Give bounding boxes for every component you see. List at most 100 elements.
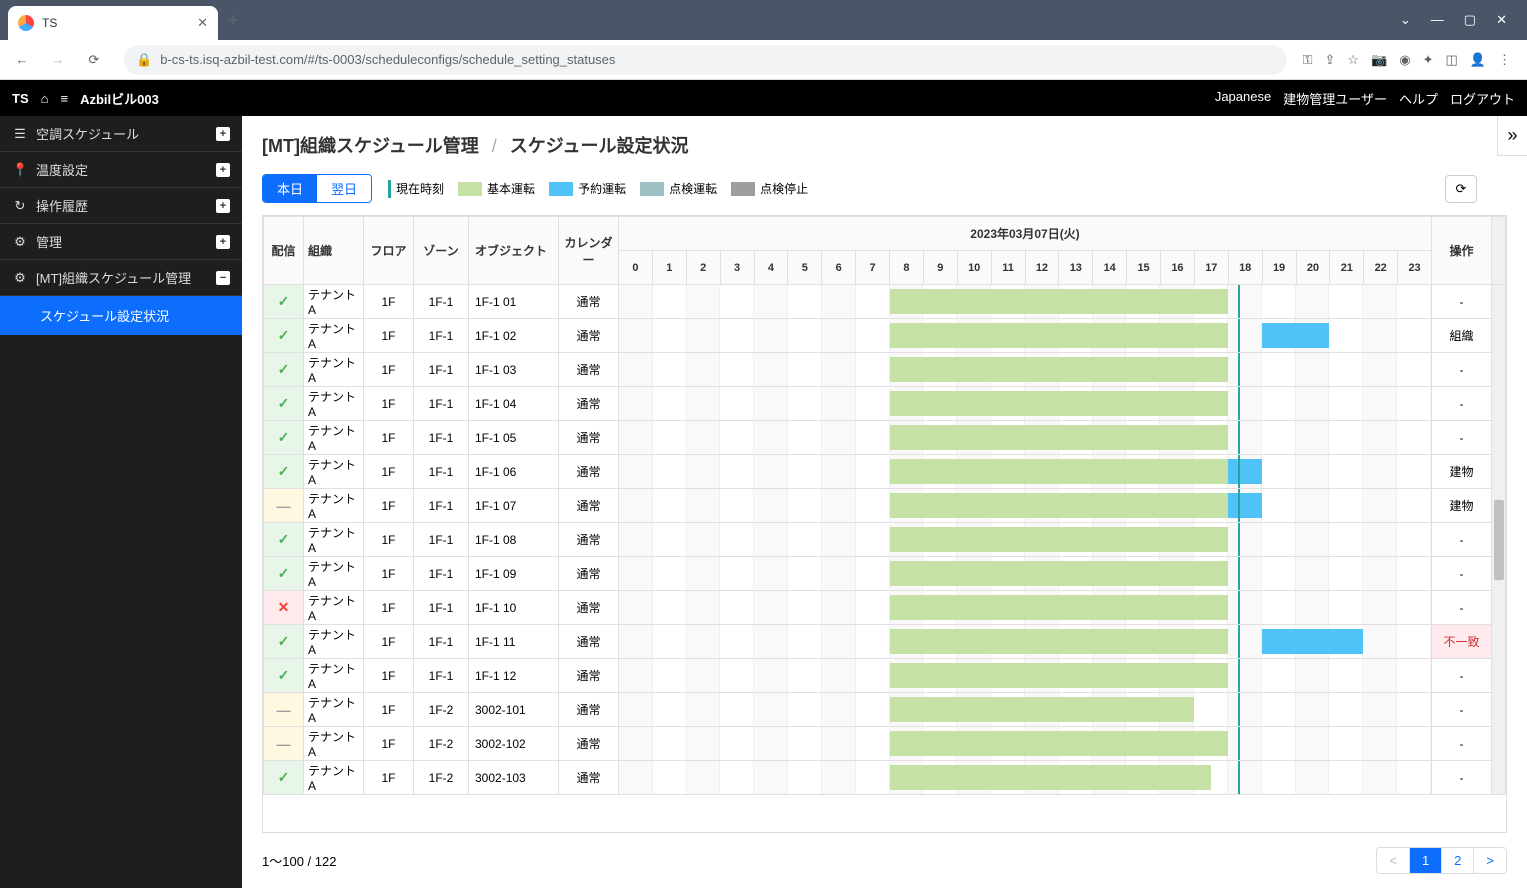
schedule-bar-basic[interactable]	[890, 595, 1228, 620]
op-cell[interactable]: -	[1432, 421, 1492, 455]
floor-cell: 1F	[364, 693, 414, 727]
forward-button[interactable]: →	[44, 46, 72, 74]
dist-icon: —	[277, 702, 291, 718]
help-link[interactable]: ヘルプ	[1399, 89, 1438, 108]
minimize-icon[interactable]: —	[1431, 12, 1444, 28]
schedule-bar-basic[interactable]	[890, 629, 1228, 654]
schedule-bar-basic[interactable]	[890, 697, 1195, 722]
scrollbar-thumb[interactable]	[1494, 500, 1504, 580]
home-icon[interactable]: ⌂	[41, 91, 49, 106]
breadcrumb-parent[interactable]: [MT]組織スケジュール管理	[262, 136, 479, 156]
op-cell[interactable]: -	[1432, 353, 1492, 387]
sidebar-item[interactable]: 📍温度設定+	[0, 152, 242, 188]
expand-icon[interactable]: −	[216, 271, 230, 285]
schedule-bar-basic[interactable]	[890, 663, 1228, 688]
lock-icon: 🔒	[136, 52, 152, 68]
expand-icon[interactable]: +	[216, 235, 230, 249]
schedule-bar-basic[interactable]	[890, 425, 1228, 450]
schedule-bar-basic[interactable]	[890, 323, 1228, 348]
camera-icon[interactable]: 📷	[1371, 52, 1387, 68]
scrollbar-track[interactable]	[1492, 285, 1506, 795]
sidebar-item[interactable]: ↻操作履歴+	[0, 188, 242, 224]
tomorrow-button[interactable]: 翌日	[317, 175, 371, 202]
sidebar-item[interactable]: ⚙管理+	[0, 224, 242, 260]
new-tab-button[interactable]: +	[218, 10, 249, 31]
schedule-bar-booking[interactable]	[1228, 493, 1262, 518]
schedule-bar-basic[interactable]	[890, 765, 1211, 790]
page-button[interactable]: 2	[1441, 848, 1473, 873]
floor-cell: 1F	[364, 285, 414, 319]
user-link[interactable]: 建物管理ユーザー	[1283, 89, 1387, 108]
page-button[interactable]: <	[1377, 848, 1409, 873]
op-cell[interactable]: -	[1432, 591, 1492, 625]
chevron-down-icon[interactable]: ⌄	[1400, 12, 1411, 28]
panel-icon[interactable]: ◫	[1446, 52, 1458, 68]
dist-icon: ✓	[278, 769, 290, 785]
scrollbar-track[interactable]	[1492, 217, 1506, 285]
op-cell[interactable]: 建物	[1432, 489, 1492, 523]
close-icon[interactable]: ✕	[197, 15, 208, 31]
google-icon[interactable]: ◉	[1399, 52, 1410, 68]
today-button[interactable]: 本日	[263, 175, 317, 202]
schedule-bar-basic[interactable]	[890, 391, 1228, 416]
logout-link[interactable]: ログアウト	[1450, 89, 1515, 108]
schedule-bar-booking[interactable]	[1228, 459, 1262, 484]
schedule-bar-booking[interactable]	[1262, 629, 1364, 654]
page-button[interactable]: >	[1473, 848, 1506, 873]
sidebar-icon: 📍	[12, 162, 28, 178]
collapse-panel-button[interactable]: »	[1497, 116, 1527, 156]
th-hour: 13	[1059, 251, 1093, 285]
basic-swatch	[458, 182, 482, 196]
menu-toggle-icon[interactable]: ≡	[60, 91, 68, 106]
maximize-icon[interactable]: ▢	[1464, 12, 1476, 28]
op-cell[interactable]: 組織	[1432, 319, 1492, 353]
key-icon[interactable]: ⚿	[1303, 52, 1313, 68]
op-cell[interactable]: 建物	[1432, 455, 1492, 489]
op-cell[interactable]: 不一致	[1432, 625, 1492, 659]
th-hour: 4	[754, 251, 788, 285]
day-toggle: 本日 翌日	[262, 174, 372, 203]
language-link[interactable]: Japanese	[1215, 89, 1271, 108]
app-logo: TS	[12, 91, 29, 106]
op-cell[interactable]: -	[1432, 693, 1492, 727]
sidebar-item[interactable]: ☰空調スケジュール+	[0, 116, 242, 152]
th-date: 2023年03月07日(火)	[619, 217, 1432, 251]
dist-cell: ✓	[264, 523, 304, 557]
op-cell[interactable]: -	[1432, 557, 1492, 591]
refresh-button[interactable]: ⟳	[1445, 175, 1477, 203]
share-icon[interactable]: ⇪	[1325, 52, 1336, 68]
op-cell[interactable]: -	[1432, 727, 1492, 761]
op-cell[interactable]: -	[1432, 659, 1492, 693]
dist-icon: ✕	[278, 599, 290, 615]
schedule-bar-basic[interactable]	[890, 527, 1228, 552]
close-window-icon[interactable]: ✕	[1496, 12, 1507, 28]
schedule-bar-booking[interactable]	[1262, 323, 1330, 348]
browser-tab[interactable]: TS ✕	[8, 6, 218, 40]
op-cell[interactable]: -	[1432, 761, 1492, 795]
expand-icon[interactable]: +	[216, 127, 230, 141]
schedule-bar-basic[interactable]	[890, 493, 1228, 518]
schedule-bar-basic[interactable]	[890, 289, 1228, 314]
url-bar[interactable]: 🔒 b-cs-ts.isq-azbil-test.com/#/ts-0003/s…	[124, 45, 1287, 75]
op-cell[interactable]: -	[1432, 285, 1492, 319]
op-cell[interactable]: -	[1432, 387, 1492, 421]
page-button[interactable]: 1	[1409, 848, 1441, 873]
sidebar-item[interactable]: ⚙[MT]組織スケジュール管理−	[0, 260, 242, 296]
schedule-bar-basic[interactable]	[890, 731, 1228, 756]
expand-icon[interactable]: +	[216, 163, 230, 177]
menu-icon[interactable]: ⋮	[1498, 52, 1511, 68]
op-cell[interactable]: -	[1432, 523, 1492, 557]
schedule-bar-basic[interactable]	[890, 459, 1228, 484]
schedule-bar-basic[interactable]	[890, 357, 1228, 382]
th-hour: 11	[991, 251, 1025, 285]
reload-button[interactable]: ⟳	[80, 46, 108, 74]
sidebar-sub-active[interactable]: スケジュール設定状況	[0, 296, 242, 335]
extensions-icon[interactable]: ✦	[1423, 52, 1434, 68]
expand-icon[interactable]: +	[216, 199, 230, 213]
back-button[interactable]: ←	[8, 46, 36, 74]
profile-icon[interactable]: 👤	[1470, 52, 1486, 68]
timeline-cell	[619, 455, 1432, 489]
schedule-bar-basic[interactable]	[890, 561, 1228, 586]
star-icon[interactable]: ☆	[1347, 52, 1359, 68]
org-cell: テナントA	[304, 353, 364, 387]
